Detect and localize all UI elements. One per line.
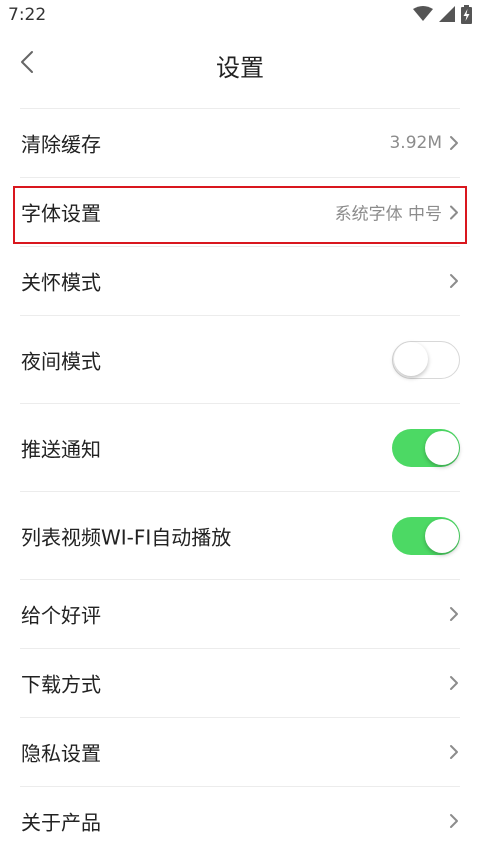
care-mode-right <box>448 273 460 289</box>
cache-size-value: 3.92M <box>389 133 442 153</box>
chevron-right-icon <box>450 745 458 759</box>
push-notify-right <box>392 428 460 467</box>
font-settings-right: 系统字体 中号 <box>335 200 460 225</box>
status-icons <box>413 4 472 28</box>
clear-cache-row[interactable]: 清除缓存 3.92M <box>20 108 460 177</box>
settings-list: 清除缓存 3.92M 字体设置 系统字体 中号 关怀模式 夜间模式 推送通知 列… <box>0 108 480 855</box>
status-time: 7:22 <box>8 5 47 25</box>
wifi-autoplay-label: 列表视频WI-FI自动播放 <box>21 525 232 549</box>
download-method-label: 下载方式 <box>21 672 101 697</box>
status-bar: 7:22 <box>0 0 480 32</box>
toggle-knob <box>425 518 459 553</box>
about-product-right <box>448 813 460 829</box>
rate-us-label: 给个好评 <box>21 603 101 628</box>
care-mode-label: 关怀模式 <box>21 270 101 295</box>
about-product-label: 关于产品 <box>21 810 101 835</box>
chevron-right-icon <box>450 205 458 219</box>
chevron-right-icon <box>450 607 458 621</box>
page-title: 设置 <box>216 54 264 82</box>
chevron-right-icon <box>450 136 458 150</box>
rate-us-row[interactable]: 给个好评 <box>20 579 460 648</box>
clear-cache-label: 清除缓存 <box>21 132 101 157</box>
wifi-autoplay-toggle[interactable] <box>392 516 460 555</box>
push-notify-label: 推送通知 <box>21 437 101 461</box>
night-mode-right <box>392 340 460 379</box>
night-mode-row: 夜间模式 <box>20 315 460 403</box>
care-mode-row[interactable]: 关怀模式 <box>20 246 460 315</box>
wifi-icon <box>413 6 433 26</box>
privacy-settings-right <box>448 744 460 760</box>
font-settings-row[interactable]: 字体设置 系统字体 中号 <box>20 177 460 246</box>
about-product-row[interactable]: 关于产品 <box>20 786 460 855</box>
privacy-settings-row[interactable]: 隐私设置 <box>20 717 460 786</box>
battery-charging-icon <box>461 4 472 28</box>
privacy-settings-label: 隐私设置 <box>21 741 101 766</box>
download-method-row[interactable]: 下载方式 <box>20 648 460 717</box>
rate-us-right <box>448 606 460 622</box>
night-mode-label: 夜间模式 <box>21 349 101 373</box>
toggle-knob <box>394 342 428 376</box>
chevron-right-icon <box>450 676 458 690</box>
push-notify-row: 推送通知 <box>20 403 460 491</box>
push-notify-toggle[interactable] <box>392 428 460 467</box>
toggle-knob <box>425 430 459 465</box>
chevron-right-icon <box>450 814 458 828</box>
font-settings-value: 系统字体 中号 <box>334 204 442 225</box>
wifi-autoplay-row: 列表视频WI-FI自动播放 <box>20 491 460 579</box>
wifi-autoplay-right <box>392 516 460 555</box>
chevron-right-icon <box>450 274 458 288</box>
header: 设置 <box>0 32 480 108</box>
cell-signal-icon <box>439 6 455 26</box>
night-mode-toggle[interactable] <box>392 340 460 379</box>
download-method-right <box>448 675 460 691</box>
clear-cache-right: 3.92M <box>389 133 460 153</box>
font-settings-label: 字体设置 <box>21 201 101 226</box>
